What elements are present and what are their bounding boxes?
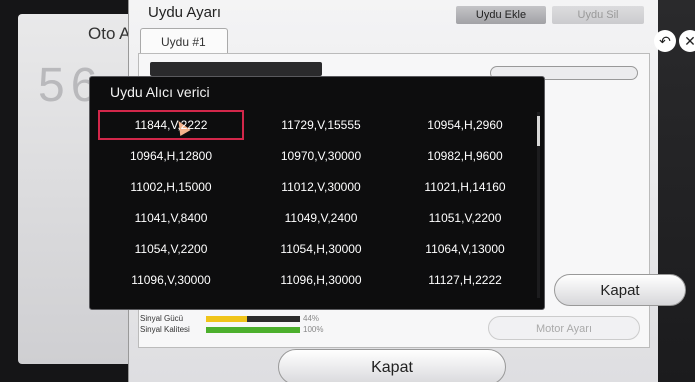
satellite-name-field[interactable]	[150, 62, 322, 76]
transponder-item[interactable]: 11054,V,2200	[98, 234, 244, 264]
transponder-item[interactable]: 11127,H,2222	[392, 265, 538, 295]
tab-satellite-1[interactable]: Uydu #1	[140, 28, 228, 54]
tv-screen: Oto Ay 56 Uydu Ayarı Uydu Ekle Uydu Sil …	[0, 0, 695, 382]
transponder-item[interactable]: 11054,H,30000	[248, 234, 394, 264]
motor-settings-button[interactable]: Motor Ayarı	[488, 316, 640, 340]
popup-close-button[interactable]: Kapat	[554, 274, 686, 306]
transponder-item[interactable]: 11064,V,13000	[392, 234, 538, 264]
signal-quality-bar	[206, 327, 300, 333]
transponder-item[interactable]: 10964,H,12800	[98, 141, 244, 171]
signal-quality-label: Sinyal Kalitesi	[140, 325, 190, 334]
signal-strength-label: Sinyal Gücü	[140, 314, 184, 323]
transponder-item[interactable]: 11051,V,2200	[392, 203, 538, 233]
add-satellite-button[interactable]: Uydu Ekle	[456, 6, 546, 24]
transponder-item[interactable]: 11049,V,2400	[248, 203, 394, 233]
signal-strength-fill	[206, 316, 248, 322]
close-icon[interactable]: ✕	[679, 30, 695, 52]
transponder-item[interactable]: 11096,V,30000	[98, 265, 244, 295]
signal-strength-value: 44%	[303, 314, 320, 323]
dialog-title: Uydu Ayarı	[148, 4, 222, 21]
back-icon[interactable]: ↶	[654, 30, 676, 52]
transponder-item[interactable]: 10982,H,9600	[392, 141, 538, 171]
transponder-item[interactable]: 11041,V,8400	[98, 203, 244, 233]
transponder-item[interactable]: 11002,H,15000	[98, 172, 244, 202]
transponder-item[interactable]: 11021,H,14160	[392, 172, 538, 202]
transponder-item[interactable]: 11729,V,15555	[248, 110, 394, 140]
transponder-item[interactable]: 10954,H,2960	[392, 110, 538, 140]
transponder-item[interactable]: 11012,V,30000	[248, 172, 394, 202]
popup-title: Uydu Alıcı verici	[110, 84, 210, 100]
delete-satellite-button[interactable]: Uydu Sil	[552, 6, 644, 24]
right-edge-panel	[658, 0, 695, 382]
close-button[interactable]: Kapat	[278, 349, 506, 382]
transponder-item[interactable]: 11096,H,30000	[248, 265, 394, 295]
signal-quality-value: 100%	[303, 325, 324, 334]
signal-quality-fill	[206, 327, 300, 333]
signal-strength-bar	[206, 316, 300, 322]
transponder-item[interactable]: 11844,V,2222	[98, 110, 244, 140]
transponder-item[interactable]: 10970,V,30000	[248, 141, 394, 171]
